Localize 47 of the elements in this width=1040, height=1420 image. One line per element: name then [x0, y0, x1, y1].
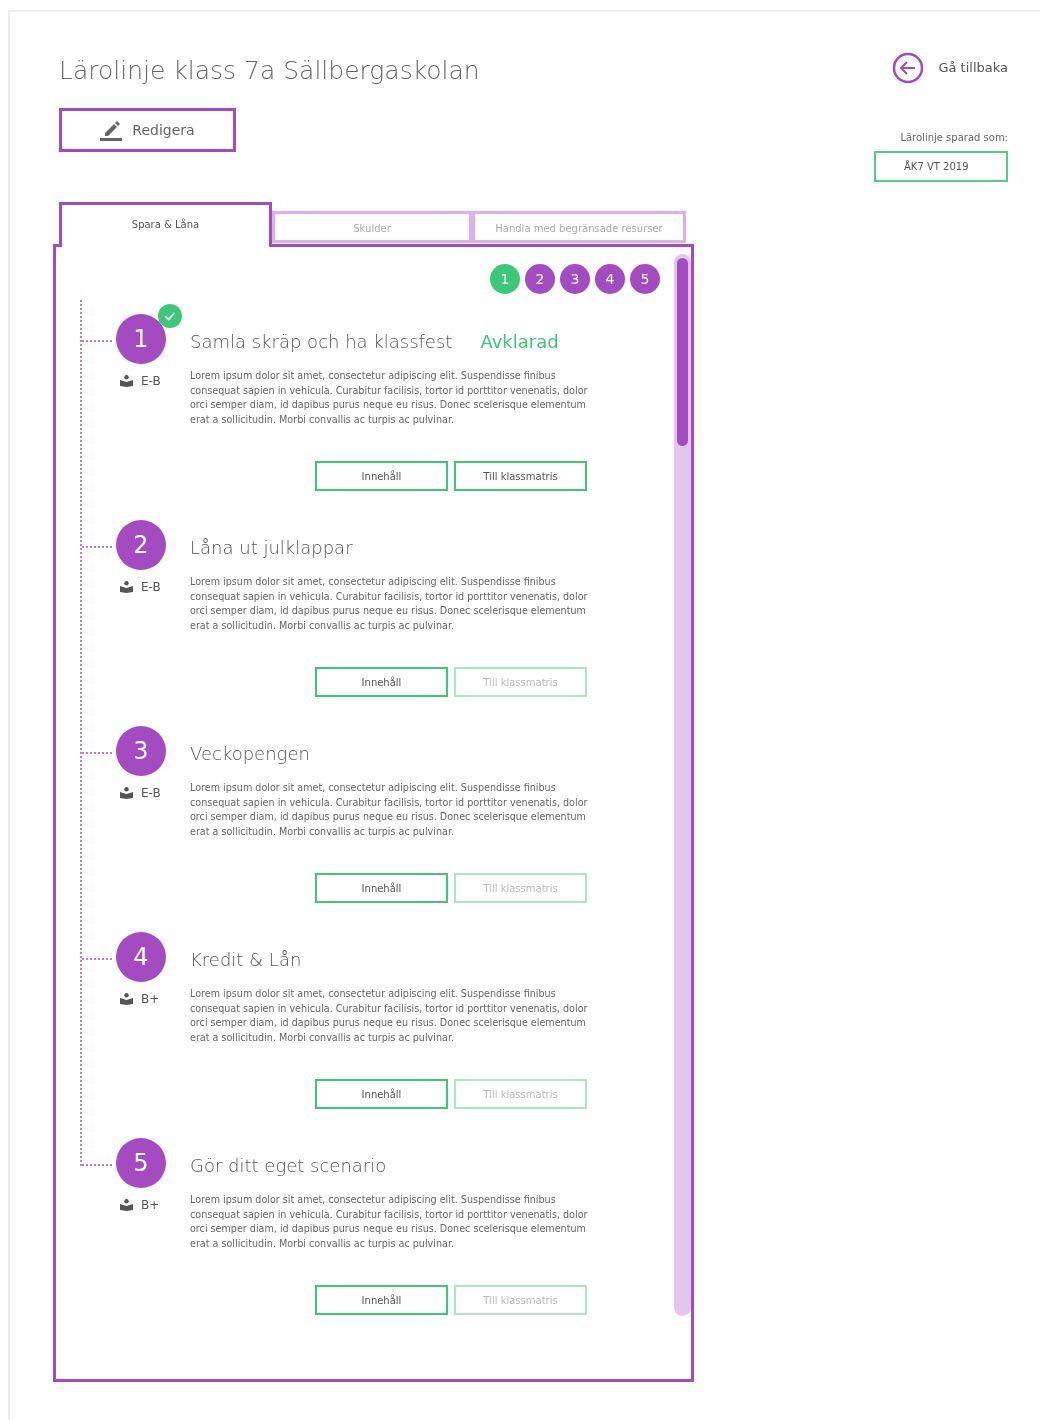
level-label: B+ — [141, 991, 160, 1008]
scrollbar-thumb[interactable] — [677, 258, 688, 446]
step-title: Låna ut julklappar — [190, 536, 353, 560]
tab[interactable]: Skulder — [272, 211, 472, 243]
content-button[interactable]: Innehåll — [315, 1079, 448, 1109]
book-reader-icon — [120, 581, 133, 593]
step-description: Lorem ipsum dolor sit amet, consectetur adipiscing elit. Suspendisse finibus consequat sapien in vehicula. Curabitur facilisis, tortor id porttitor venenatis, dolor orci semper diam, id dapibus purus neque eu risus. Donec scelerisque elementum erat a sollicitudin. Morbi convallis ac turpis ac pulvinar. — [190, 369, 589, 427]
step-pager-dot[interactable]: 5 — [630, 264, 660, 294]
book-reader-icon — [120, 1199, 133, 1211]
step-title: Gör ditt eget scenario — [190, 1154, 387, 1178]
step-number: 3 — [116, 726, 166, 776]
step-number: 4 — [116, 932, 166, 982]
tab[interactable]: Spara & Låna — [59, 202, 272, 247]
edit-button[interactable]: Redigera — [59, 108, 236, 152]
book-reader-icon — [120, 375, 133, 387]
back-link[interactable]: Gå tillbaka — [892, 52, 1008, 84]
status-label: Avklarad — [480, 330, 559, 354]
content-button[interactable]: Innehåll — [315, 461, 448, 491]
content-button[interactable]: Innehåll — [315, 667, 448, 697]
step-description: Lorem ipsum dolor sit amet, consectetur adipiscing elit. Suspendisse finibus consequat sapien in vehicula. Curabitur facilisis, tortor id porttitor venenatis, dolor orci semper diam, id dapibus purus neque eu risus. Donec scelerisque elementum erat a sollicitudin. Morbi convallis ac turpis ac pulvinar. — [190, 781, 589, 839]
saved-name-field: ÅK7 VT 2019 — [874, 151, 1008, 182]
step-description: Lorem ipsum dolor sit amet, consectetur adipiscing elit. Suspendisse finibus consequat sapien in vehicula. Curabitur facilisis, tortor id porttitor venenatis, dolor orci semper diam, id dapibus purus neque eu risus. Donec scelerisque elementum erat a sollicitudin. Morbi convallis ac turpis ac pulvinar. — [190, 987, 589, 1045]
step-description: Lorem ipsum dolor sit amet, consectetur adipiscing elit. Suspendisse finibus consequat sapien in vehicula. Curabitur facilisis, tortor id porttitor venenatis, dolor orci semper diam, id dapibus purus neque eu risus. Donec scelerisque elementum erat a sollicitudin. Morbi convallis ac turpis ac pulvinar. — [190, 575, 589, 633]
matrix-button[interactable]: Till klassmatris — [454, 461, 587, 491]
content-button[interactable]: Innehåll — [315, 1285, 448, 1315]
book-reader-icon — [120, 993, 133, 1005]
step-title: Samla skräp och ha klassfest — [190, 330, 453, 354]
scrollbar[interactable] — [674, 254, 691, 1316]
step-number: 2 — [116, 520, 166, 570]
level-label: E-B — [141, 785, 161, 802]
pencil-icon — [100, 119, 123, 141]
page-title: Lärolinje klass 7a Sällbergaskolan — [59, 56, 480, 86]
step-title: Veckopengen — [190, 742, 310, 766]
step-pager-dot[interactable]: 3 — [560, 264, 590, 294]
book-reader-icon — [120, 787, 133, 799]
level-label: B+ — [141, 1197, 160, 1214]
step-pager-dot[interactable]: 4 — [595, 264, 625, 294]
saved-label: Lärolinje sparad som: — [900, 131, 1008, 145]
step-title: Kredit & Lån — [190, 948, 302, 972]
step-pager-dot[interactable]: 2 — [525, 264, 555, 294]
content-button[interactable]: Innehåll — [315, 873, 448, 903]
step-description: Lorem ipsum dolor sit amet, consectetur adipiscing elit. Suspendisse finibus consequat sapien in vehicula. Curabitur facilisis, tortor id porttitor venenatis, dolor orci semper diam, id dapibus purus neque eu risus. Donec scelerisque elementum erat a sollicitudin. Morbi convallis ac turpis ac pulvinar. — [190, 1193, 589, 1251]
tab[interactable]: Handla med begränsade resurser — [472, 211, 686, 243]
check-icon — [158, 304, 182, 328]
level-label: E-B — [141, 579, 161, 596]
level-label: E-B — [141, 373, 161, 390]
step-number: 5 — [116, 1138, 166, 1188]
